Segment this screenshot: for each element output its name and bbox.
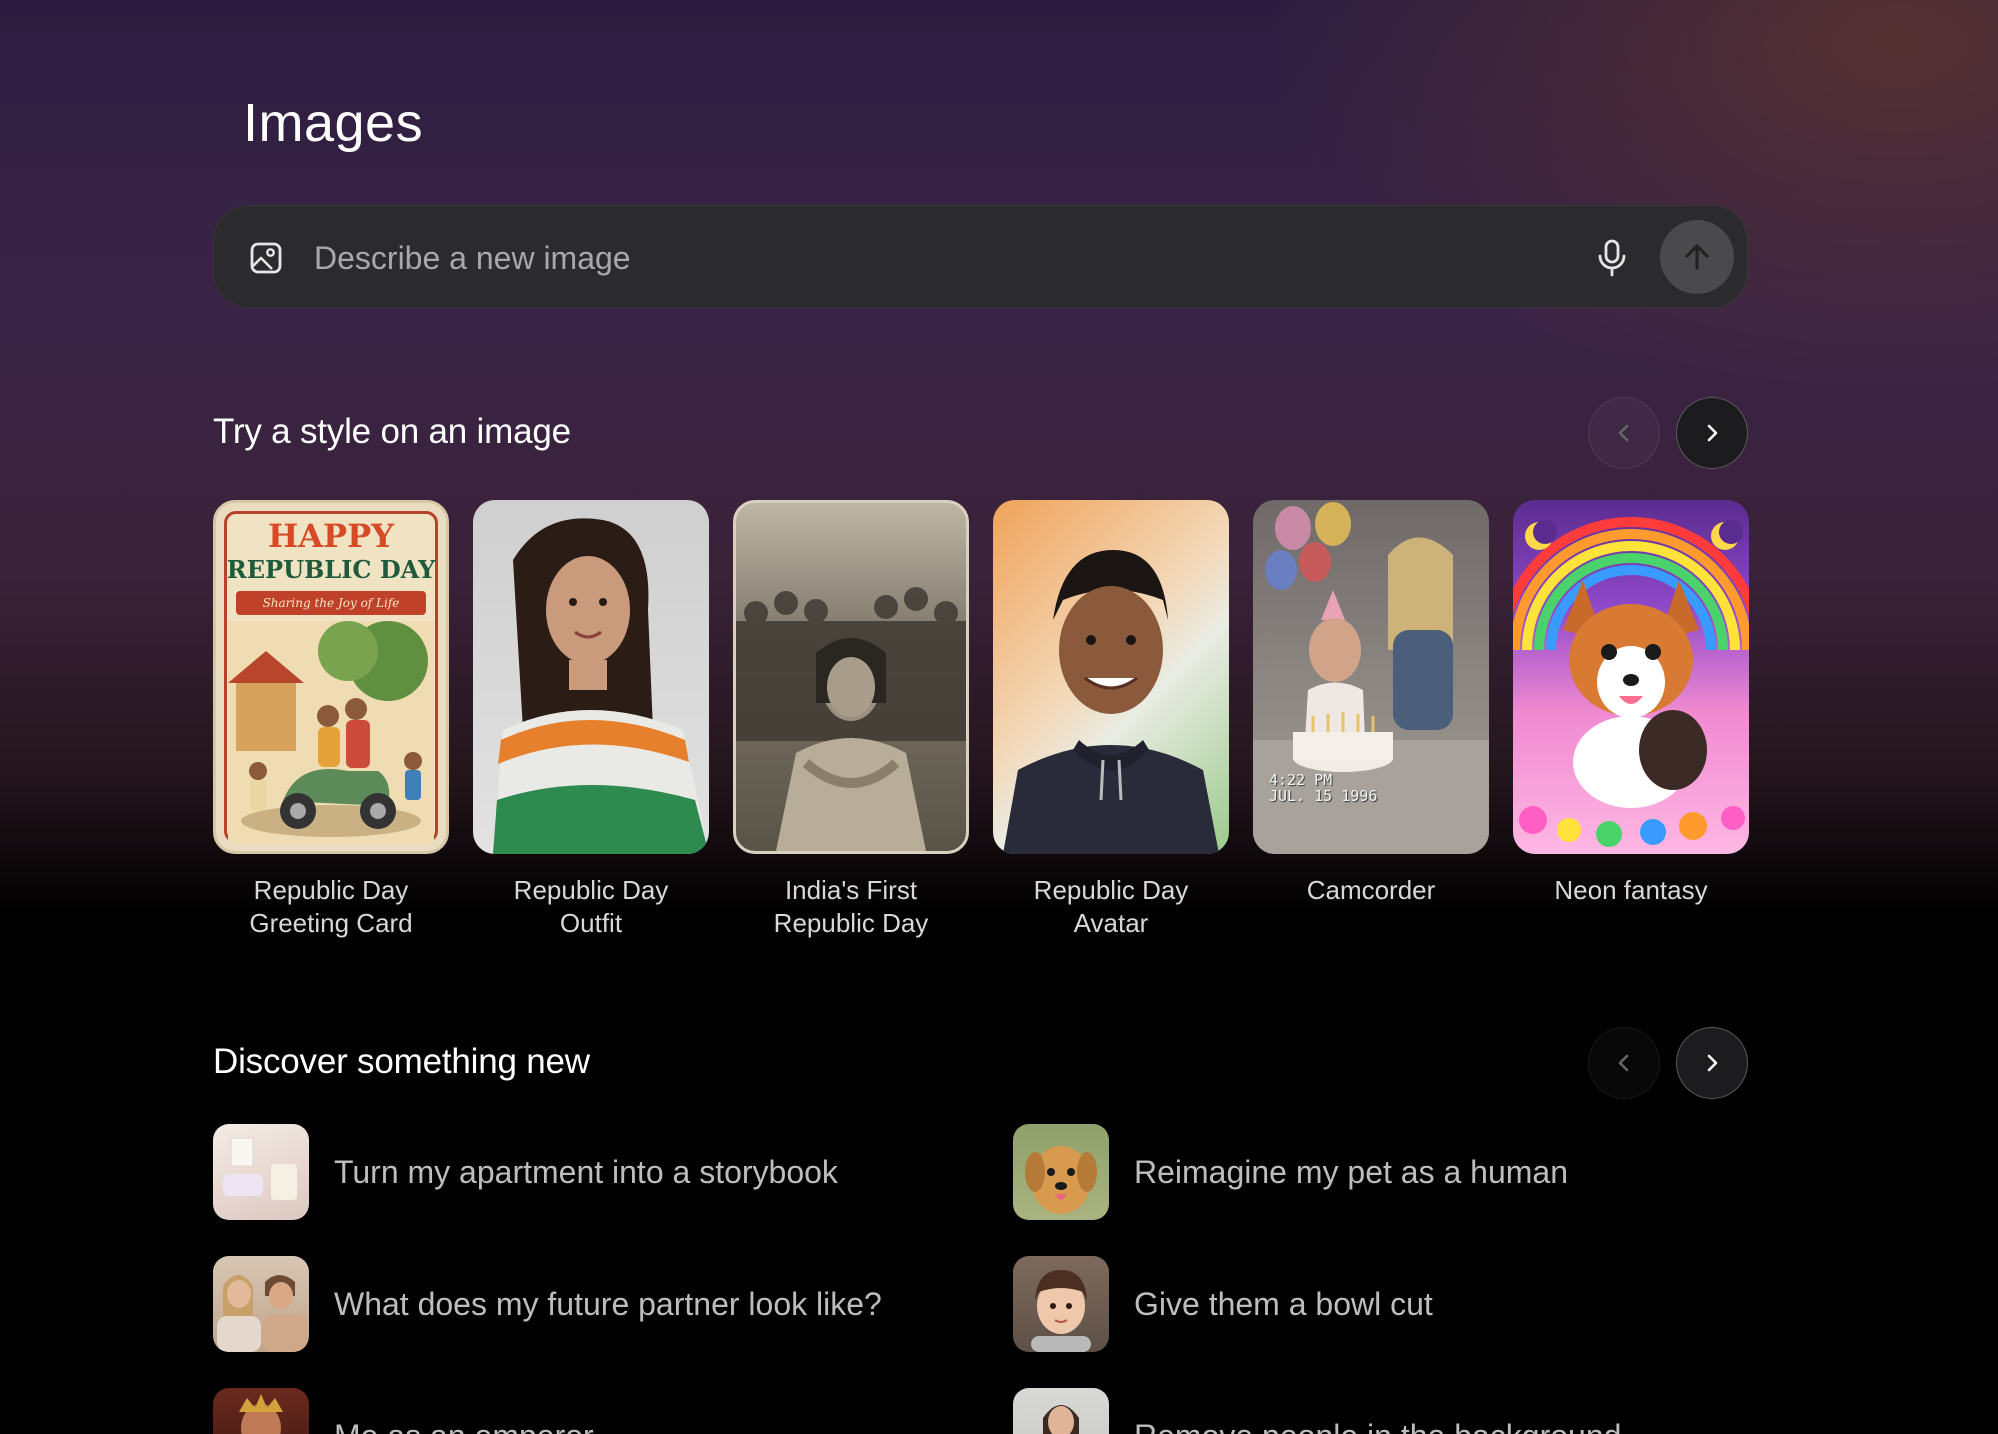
card-ribbon: Sharing the Joy of Life bbox=[236, 591, 426, 615]
storybook-room-image bbox=[223, 1137, 297, 1200]
style-label-line1: Republic Day bbox=[1033, 875, 1189, 905]
style-label-line1: Neon fantasy bbox=[1554, 875, 1708, 905]
style-label: India's First Republic Day bbox=[733, 874, 969, 940]
boy-avatar-illustration bbox=[1003, 550, 1219, 854]
chevron-left-icon bbox=[1618, 1054, 1629, 1072]
camcorder-time: 4:22 PM bbox=[1269, 771, 1333, 789]
style-label: Republic Day Outfit bbox=[473, 874, 709, 940]
chevron-right-icon bbox=[1707, 424, 1718, 442]
card-subheading: REPUBLIC DAY bbox=[226, 555, 436, 584]
discover-label: What does my future partner look like? bbox=[334, 1285, 882, 1322]
style-card-indias-first-republic-day[interactable]: India's First Republic Day bbox=[733, 500, 969, 940]
discover-section-title: Discover something new bbox=[213, 1042, 590, 1081]
style-label-line2: Outfit bbox=[559, 908, 623, 938]
style-thumbnail: 4:22 PM JUL. 15 1996 bbox=[1253, 500, 1489, 854]
discover-thumbnail bbox=[1013, 1124, 1109, 1220]
discover-next-button[interactable] bbox=[1676, 1027, 1748, 1099]
style-thumbnail bbox=[993, 500, 1229, 854]
discover-thumbnail bbox=[1013, 1256, 1109, 1352]
style-thumbnail: HAPPY REPUBLIC DAY Sharing the Joy of Li… bbox=[213, 500, 449, 854]
styles-next-button[interactable] bbox=[1676, 397, 1748, 469]
chevron-left-icon bbox=[1618, 424, 1629, 442]
discover-label: Remove people in the background bbox=[1134, 1418, 1621, 1434]
style-card-republic-day-outfit[interactable]: Republic Day Outfit bbox=[473, 500, 709, 940]
style-label-line2: Avatar bbox=[1073, 908, 1149, 938]
couple-image bbox=[217, 1275, 307, 1352]
discover-item-bowl-cut[interactable]: Give them a bowl cut bbox=[1013, 1256, 1773, 1352]
discover-label: Turn my apartment into a storybook bbox=[334, 1153, 838, 1190]
chevron-right-icon bbox=[1707, 1054, 1718, 1072]
discover-prev-button[interactable] bbox=[1588, 1027, 1660, 1099]
golden-retriever-image bbox=[1025, 1146, 1097, 1214]
style-label: Camcorder bbox=[1253, 874, 1489, 907]
style-thumbnail bbox=[1513, 500, 1749, 854]
style-thumbnail bbox=[733, 500, 969, 854]
discover-label: Reimagine my pet as a human bbox=[1134, 1153, 1568, 1190]
style-thumbnail bbox=[473, 500, 709, 854]
card-heading: HAPPY bbox=[267, 517, 395, 555]
style-card-republic-day-greeting-card[interactable]: HAPPY REPUBLIC DAY Sharing the Joy of Li… bbox=[213, 500, 449, 940]
camcorder-timestamp: 4:22 PM JUL. 15 1996 bbox=[1269, 772, 1377, 804]
neon-corgi-illustration bbox=[1513, 517, 1749, 847]
style-label-line1: India's First bbox=[784, 875, 918, 905]
woman-street-image bbox=[1043, 1405, 1079, 1434]
vintage-crowd-photo bbox=[736, 587, 966, 851]
microphone-icon[interactable] bbox=[1590, 236, 1634, 280]
image-prompt-bar bbox=[213, 205, 1748, 308]
style-card-neon-fantasy[interactable]: Neon fantasy bbox=[1513, 500, 1749, 907]
styles-section-title: Try a style on an image bbox=[213, 412, 571, 451]
style-label: Republic Day Greeting Card bbox=[213, 874, 449, 940]
discover-thumbnail bbox=[1013, 1388, 1109, 1434]
image-icon[interactable] bbox=[248, 240, 284, 276]
camcorder-date: JUL. 15 1996 bbox=[1269, 787, 1378, 805]
emperor-portrait-image bbox=[239, 1394, 283, 1434]
style-label: Neon fantasy bbox=[1513, 874, 1749, 907]
style-label-line1: Republic Day bbox=[513, 875, 669, 905]
discover-thumbnail bbox=[213, 1256, 309, 1352]
arrow-up-icon bbox=[1685, 244, 1709, 270]
boy-portrait-image bbox=[1031, 1270, 1091, 1352]
scooter-family-illustration bbox=[228, 621, 434, 843]
page-title: Images bbox=[243, 93, 424, 153]
style-card-camcorder[interactable]: 4:22 PM JUL. 15 1996 Camcorder bbox=[1253, 500, 1489, 907]
discover-thumbnail bbox=[213, 1388, 309, 1434]
discover-item-pet-as-human[interactable]: Reimagine my pet as a human bbox=[1013, 1124, 1773, 1220]
style-label-line1: Republic Day bbox=[253, 875, 409, 905]
discover-item-storybook-apartment[interactable]: Turn my apartment into a storybook bbox=[213, 1124, 973, 1220]
discover-item-future-partner[interactable]: What does my future partner look like? bbox=[213, 1256, 973, 1352]
styles-prev-button[interactable] bbox=[1588, 397, 1660, 469]
send-button[interactable] bbox=[1660, 220, 1734, 294]
style-label-line2: Republic Day bbox=[773, 908, 929, 938]
discover-item-remove-people[interactable]: Remove people in the background bbox=[1013, 1388, 1773, 1434]
style-carousel: HAPPY REPUBLIC DAY Sharing the Joy of Li… bbox=[213, 500, 1749, 950]
image-prompt-input[interactable] bbox=[314, 232, 1574, 284]
style-card-republic-day-avatar[interactable]: Republic Day Avatar bbox=[993, 500, 1229, 940]
discover-label: Give them a bowl cut bbox=[1134, 1285, 1433, 1322]
style-label-line1: Camcorder bbox=[1306, 875, 1436, 905]
discover-item-emperor[interactable]: Me as an emperor bbox=[213, 1388, 973, 1434]
style-label-line2: Greeting Card bbox=[249, 908, 413, 938]
style-label: Republic Day Avatar bbox=[993, 874, 1229, 940]
discover-thumbnail bbox=[213, 1124, 309, 1220]
images-page: Images Describe a new image Try a style … bbox=[0, 0, 1998, 1434]
woman-in-tricolor-outfit bbox=[493, 518, 709, 854]
discover-label: Me as an emperor bbox=[334, 1418, 594, 1434]
